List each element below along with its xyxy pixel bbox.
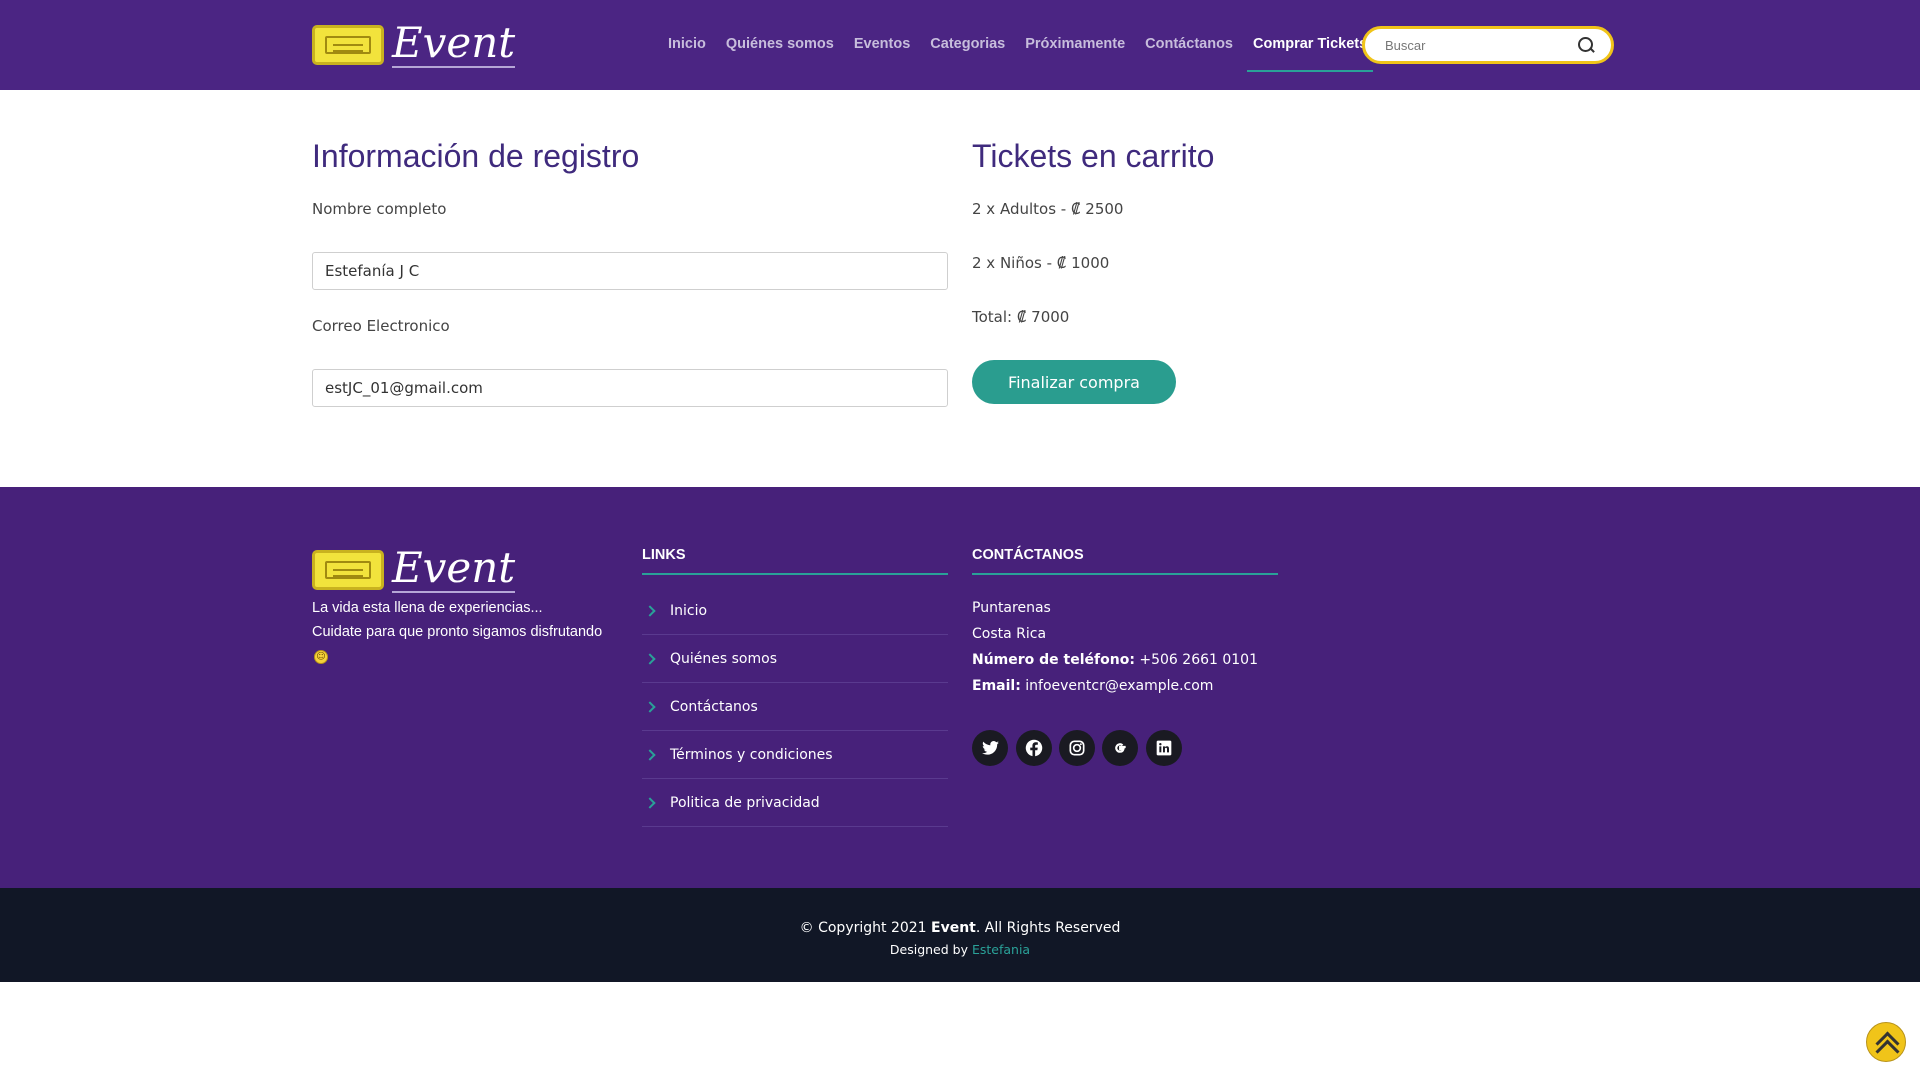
registration-title: Información de registro xyxy=(312,138,640,174)
chevron-right-icon xyxy=(644,604,656,617)
cart-line-children: 2 x Niños - ₡ 1000 xyxy=(972,254,1110,272)
chevron-right-icon xyxy=(644,748,656,761)
nav-item-categorias[interactable]: Categorias xyxy=(920,30,1015,66)
nav-item-contactanos[interactable]: Contáctanos xyxy=(1135,30,1243,66)
name-label: Nombre completo xyxy=(312,200,447,218)
site-header: Event Inicio Quiénes somos Eventos Categ… xyxy=(0,0,1920,90)
search-box xyxy=(1362,26,1614,64)
facebook-icon[interactable] xyxy=(1016,730,1052,766)
footer-link-label: Contáctanos xyxy=(670,698,758,715)
footer-link-label: Quiénes somos xyxy=(670,650,777,667)
header-logo[interactable]: Event xyxy=(312,18,516,68)
finalize-purchase-button[interactable]: Finalizar compra xyxy=(972,360,1176,404)
footer-tagline-1: La vida esta llena de experiencias... xyxy=(312,600,543,616)
phone-label: Número de teléfono: xyxy=(972,652,1135,668)
footer-link-label: Inicio xyxy=(670,602,708,619)
ticket-icon xyxy=(312,25,384,65)
instagram-icon[interactable] xyxy=(1059,730,1095,766)
copyright-text: © Copyright 2021 Event. All Rights Reser… xyxy=(0,920,1920,936)
google-icon[interactable] xyxy=(1102,730,1138,766)
designed-by: Designed by Estefania xyxy=(0,942,1920,957)
phone-value: +506 2661 0101 xyxy=(1139,652,1259,668)
logo-text: Event xyxy=(392,18,516,68)
chevron-right-icon xyxy=(644,796,656,809)
footer-link-privacidad[interactable]: Politica de privacidad xyxy=(642,779,948,827)
nav-item-eventos[interactable]: Eventos xyxy=(844,30,920,66)
footer-logo[interactable]: Event xyxy=(312,543,516,593)
footer-link-terminos[interactable]: Términos y condiciones xyxy=(642,731,948,779)
nav-item-proximamente[interactable]: Próximamente xyxy=(1015,30,1135,66)
contact-country: Costa Rica xyxy=(972,626,1047,642)
contact-title: CONTÁCTANOS xyxy=(972,547,1084,563)
nav-item-comprar-tickets[interactable]: Comprar Tickets xyxy=(1243,30,1377,72)
contact-phone: Número de teléfono: +506 2661 0101 xyxy=(972,652,1258,668)
cart-total: Total: ₡ 7000 xyxy=(972,308,1070,326)
search-input[interactable] xyxy=(1385,37,1575,53)
chevron-right-icon xyxy=(644,700,656,713)
nav-item-inicio[interactable]: Inicio xyxy=(658,30,716,66)
contact-underline xyxy=(972,573,1278,575)
designer-link[interactable]: Estefania xyxy=(972,942,1030,957)
email-field[interactable] xyxy=(312,369,948,407)
email-value: infoeventcr@example.com xyxy=(1025,678,1214,694)
full-name-field[interactable] xyxy=(312,252,948,290)
twitter-icon[interactable] xyxy=(972,730,1008,766)
footer-tagline-2: Cuidate para que pronto sigamos disfruta… xyxy=(312,624,603,640)
footer-link-inicio[interactable]: Inicio xyxy=(642,587,948,635)
copyright-bar: © Copyright 2021 Event. All Rights Reser… xyxy=(0,888,1920,982)
email-label: Correo Electronico xyxy=(312,317,450,335)
footer-link-contactanos[interactable]: Contáctanos xyxy=(642,683,948,731)
footer-link-label: Términos y condiciones xyxy=(670,746,833,763)
ticket-icon xyxy=(312,550,384,590)
nav-item-quienes-somos[interactable]: Quiénes somos xyxy=(716,30,844,66)
logo-text: Event xyxy=(392,543,516,593)
chevron-right-icon xyxy=(644,652,656,665)
contact-city: Puntarenas xyxy=(972,600,1051,616)
cart-line-adults: 2 x Adultos - ₡ 2500 xyxy=(972,200,1124,218)
copyright-suffix: . All Rights Reserved xyxy=(975,920,1121,936)
back-to-top-icon[interactable] xyxy=(1866,1022,1906,1062)
designed-prefix: Designed by xyxy=(889,942,968,957)
linkedin-icon[interactable] xyxy=(1146,730,1182,766)
footer-link-quienes-somos[interactable]: Quiénes somos xyxy=(642,635,948,683)
smile-emoji-icon: ☺ xyxy=(314,650,328,664)
main-nav: Inicio Quiénes somos Eventos Categorias … xyxy=(658,30,1377,72)
links-title: LINKS xyxy=(642,547,686,563)
copyright-prefix: © Copyright 2021 xyxy=(799,920,927,936)
cart-title: Tickets en carrito xyxy=(972,138,1215,174)
contact-email: Email: infoeventcr@example.com xyxy=(972,678,1213,694)
email-label: Email: xyxy=(972,678,1021,694)
search-icon[interactable] xyxy=(1577,36,1595,54)
site-footer: Event La vida esta llena de experiencias… xyxy=(0,487,1920,888)
links-underline xyxy=(642,573,948,575)
footer-link-label: Politica de privacidad xyxy=(670,794,820,811)
copyright-brand: Event xyxy=(931,920,976,936)
